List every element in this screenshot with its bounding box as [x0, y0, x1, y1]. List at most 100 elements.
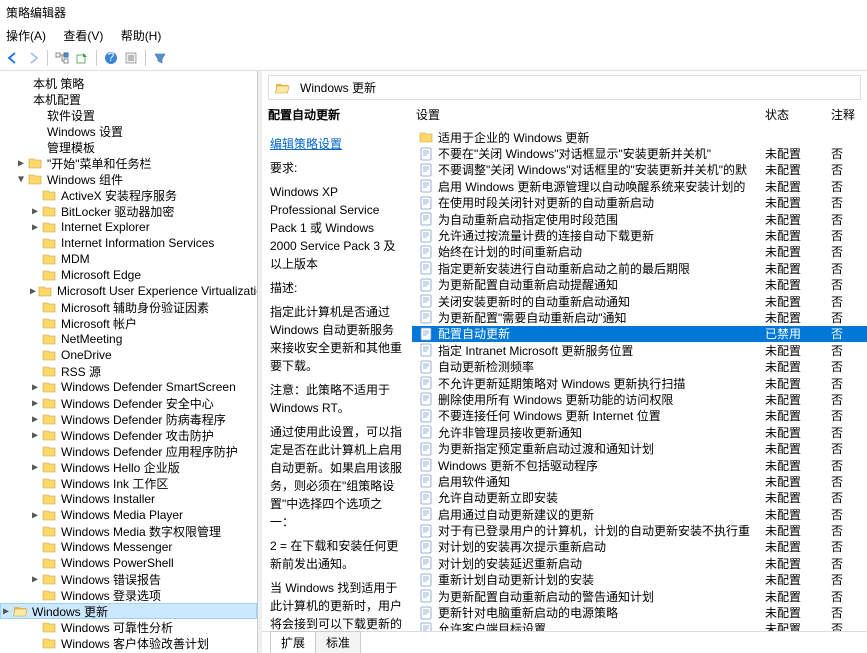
setting-row[interactable]: 始终在计划的时间重新启动未配置否	[412, 244, 867, 260]
tree-item[interactable]: Windows Ink 工作区	[0, 475, 257, 491]
setting-row[interactable]: 允许通过按流量计费的连接自动下载更新未配置否	[412, 227, 867, 243]
setting-row[interactable]: 启用 Windows 更新电源管理以自动唤醒系统来安装计划的未配置否	[412, 178, 867, 194]
policy-icon	[418, 310, 434, 324]
tree-item[interactable]: MDM	[0, 251, 257, 267]
tree-item[interactable]: Internet Information Services	[0, 235, 257, 251]
col-comment[interactable]: 注释	[831, 106, 861, 123]
expand-icon[interactable]: ▶	[30, 414, 40, 425]
setting-row[interactable]: 适用于企业的 Windows 更新	[412, 129, 867, 145]
tree-item[interactable]: ▶BitLocker 驱动器加密	[0, 203, 257, 219]
tab-standard[interactable]: 标准	[315, 631, 361, 653]
setting-row[interactable]: 配置自动更新已禁用否	[412, 326, 867, 342]
setting-row[interactable]: 对计划的安装再次提示重新启动未配置否	[412, 539, 867, 555]
setting-row[interactable]: 自动更新检测频率未配置否	[412, 358, 867, 374]
setting-row[interactable]: 不要连接任何 Windows 更新 Internet 位置未配置否	[412, 408, 867, 424]
tree-item[interactable]: RSS 源	[0, 363, 257, 379]
filter-button[interactable]	[151, 49, 169, 67]
setting-row[interactable]: Windows 更新不包括驱动程序未配置否	[412, 457, 867, 473]
tree-item[interactable]: Windows Messenger	[0, 539, 257, 555]
setting-row[interactable]: 不要在"关闭 Windows"对话框显示"安装更新并关机"未配置否	[412, 145, 867, 161]
edit-policy-link[interactable]: 编辑策略设置	[270, 137, 342, 151]
tab-extended[interactable]: 扩展	[270, 631, 316, 653]
setting-row[interactable]: 指定更新安装进行自动重新启动之前的最后期限未配置否	[412, 260, 867, 276]
expand-icon[interactable]: ▶	[30, 206, 40, 217]
setting-row[interactable]: 对于有已登录用户的计算机，计划的自动更新安装不执行重未配置否	[412, 522, 867, 538]
tree-item[interactable]: ▶Windows Hello 企业版	[0, 459, 257, 475]
setting-row[interactable]: 更新针对电脑重新启动的电源策略未配置否	[412, 604, 867, 620]
tree-item[interactable]: Windows 登录选项	[0, 587, 257, 603]
setting-row[interactable]: 为更新配置"需要自动重新启动"通知未配置否	[412, 309, 867, 325]
tree-item[interactable]: ▶Internet Explorer	[0, 219, 257, 235]
tree-item[interactable]: Microsoft 帐户	[0, 315, 257, 331]
expand-icon[interactable]: ▶	[30, 382, 40, 393]
tree-item[interactable]: Windows 设置	[0, 123, 257, 139]
tree-item[interactable]: ▶Windows Defender 攻击防护	[0, 427, 257, 443]
expand-icon[interactable]: ▶	[30, 222, 40, 233]
tree-item[interactable]: ▶"开始"菜单和任务栏	[0, 155, 257, 171]
tree-pane[interactable]: 本机 策略本机配置软件设置Windows 设置管理模板▶"开始"菜单和任务栏▼W…	[0, 71, 258, 653]
tree-item[interactable]: ▶Windows Defender 防病毒程序	[0, 411, 257, 427]
expand-icon[interactable]: ▼	[16, 174, 26, 185]
tree-item[interactable]: 软件设置	[0, 107, 257, 123]
tree-item[interactable]: ▶Windows Defender SmartScreen	[0, 379, 257, 395]
setting-row[interactable]: 为更新配置自动重新启动提醒通知未配置否	[412, 277, 867, 293]
setting-row[interactable]: 删除使用所有 Windows 更新功能的访问权限未配置否	[412, 391, 867, 407]
setting-row[interactable]: 允许客户端目标设置未配置否	[412, 621, 867, 631]
tree-item[interactable]: Windows Defender 应用程序防护	[0, 443, 257, 459]
properties-button[interactable]	[122, 49, 140, 67]
menu-action[interactable]: 操作(A)	[6, 29, 46, 43]
setting-row[interactable]: 启用软件通知未配置否	[412, 473, 867, 489]
col-setting[interactable]: 设置	[416, 106, 765, 123]
tree-item[interactable]: ▶Windows 更新	[0, 603, 257, 619]
tree-item[interactable]: ▶Windows Defender 安全中心	[0, 395, 257, 411]
expand-icon[interactable]: ▶	[30, 574, 40, 585]
setting-row[interactable]: 对计划的安装延迟重新启动未配置否	[412, 555, 867, 571]
tree-button[interactable]	[53, 49, 71, 67]
expand-icon[interactable]: ▶	[30, 510, 40, 521]
expand-icon[interactable]: ▶	[30, 286, 36, 297]
setting-row[interactable]: 允许自动更新立即安装未配置否	[412, 490, 867, 506]
setting-row[interactable]: 关闭安装更新时的自动重新启动通知未配置否	[412, 293, 867, 309]
tree-item[interactable]: ▶Microsoft User Experience Virtualizatio…	[0, 283, 257, 299]
tree-item[interactable]: Windows 可靠性分析	[0, 619, 257, 635]
tree-item[interactable]: Windows Media 数字权限管理	[0, 523, 257, 539]
setting-row[interactable]: 不允许更新延期策略对 Windows 更新执行扫描未配置否	[412, 375, 867, 391]
tree-item[interactable]: OneDrive	[0, 347, 257, 363]
tree-item[interactable]: 管理模板	[0, 139, 257, 155]
setting-row[interactable]: 为更新配置自动重新启动的警告通知计划未配置否	[412, 588, 867, 604]
menu-view[interactable]: 查看(V)	[63, 29, 103, 43]
back-button[interactable]	[4, 49, 22, 67]
setting-row[interactable]: 允许非管理员接收更新通知未配置否	[412, 424, 867, 440]
tree-item[interactable]: NetMeeting	[0, 331, 257, 347]
forward-button[interactable]	[24, 49, 42, 67]
setting-row[interactable]: 为自动重新启动指定使用时段范围未配置否	[412, 211, 867, 227]
setting-row[interactable]: 指定 Intranet Microsoft 更新服务位置未配置否	[412, 342, 867, 358]
tree-item[interactable]: Windows 客户体验改善计划	[0, 635, 257, 651]
expand-icon[interactable]: ▶	[30, 462, 40, 473]
tree-item[interactable]: Windows Installer	[0, 491, 257, 507]
export-button[interactable]	[73, 49, 91, 67]
setting-row[interactable]: 不要调整"关闭 Windows"对话框里的"安装更新并关机"的默未配置否	[412, 162, 867, 178]
tree-item[interactable]: ▶Windows 错误报告	[0, 571, 257, 587]
tree-item[interactable]: ▼Windows 组件	[0, 171, 257, 187]
desc-text: 通过使用此设置，可以指定是否在此计算机上启用自动更新。如果启用该服务，则必须在"…	[270, 423, 404, 531]
settings-list[interactable]: 适用于企业的 Windows 更新不要在"关闭 Windows"对话框显示"安装…	[412, 129, 867, 631]
tree-item[interactable]: Microsoft 辅助身份验证因素	[0, 299, 257, 315]
setting-row[interactable]: 在使用时段关闭针对更新的自动重新启动未配置否	[412, 195, 867, 211]
menu-help[interactable]: 帮助(H)	[121, 29, 162, 43]
tree-item[interactable]: ▶Windows Media Player	[0, 507, 257, 523]
tree-item[interactable]: Microsoft Edge	[0, 267, 257, 283]
tree-item[interactable]: 本机 策略	[0, 75, 257, 91]
setting-row[interactable]: 为更新指定预定重新启动过渡和通知计划未配置否	[412, 440, 867, 456]
expand-icon[interactable]: ▶	[30, 430, 40, 441]
tree-item[interactable]: 本机配置	[0, 91, 257, 107]
tree-item[interactable]: Windows PowerShell	[0, 555, 257, 571]
setting-row[interactable]: 启用通过自动更新建议的更新未配置否	[412, 506, 867, 522]
expand-icon[interactable]: ▶	[30, 398, 40, 409]
expand-icon[interactable]: ▶	[16, 158, 26, 169]
expand-icon[interactable]: ▶	[1, 606, 11, 617]
col-state[interactable]: 状态	[765, 106, 831, 123]
help-button[interactable]	[102, 49, 120, 67]
tree-item[interactable]: ActiveX 安装程序服务	[0, 187, 257, 203]
setting-row[interactable]: 重新计划自动更新计划的安装未配置否	[412, 572, 867, 588]
